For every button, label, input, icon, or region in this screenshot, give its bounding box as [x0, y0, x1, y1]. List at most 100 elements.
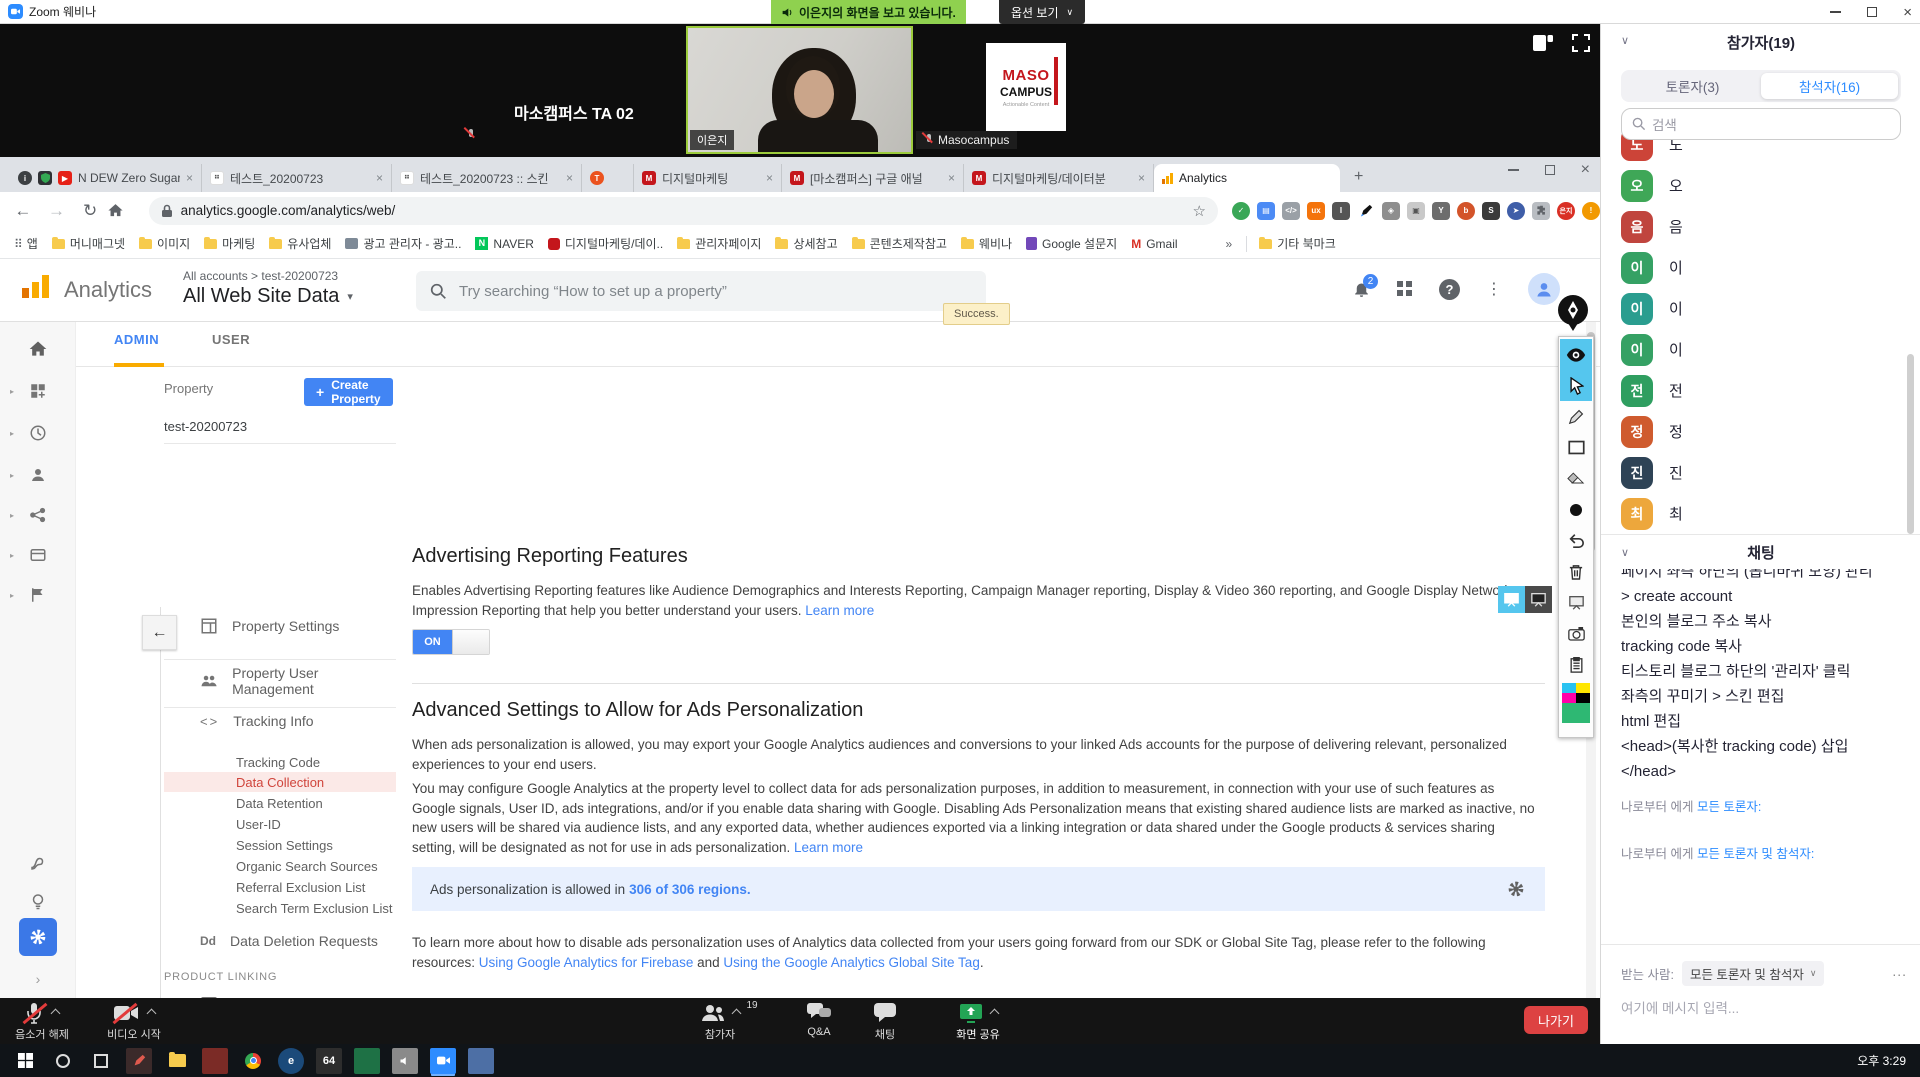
chat-button[interactable]: 채팅 [850, 1002, 920, 1042]
tab-panelists[interactable]: 토론자(3) [1624, 73, 1761, 99]
notifications-bell-icon[interactable]: 2 [1352, 279, 1371, 299]
submenu-referral-exclusion[interactable]: Referral Exclusion List [236, 880, 365, 895]
eraser-icon[interactable] [1560, 463, 1592, 494]
recipient-link[interactable]: 모든 토론자 및 참석자: [1697, 847, 1814, 861]
menu-tracking-info[interactable]: <> Tracking Info [200, 713, 314, 729]
nav-realtime-icon[interactable]: ▸ [0, 416, 76, 450]
honey-extension-icon[interactable]: b [1457, 202, 1475, 220]
forward-icon[interactable]: → [40, 201, 74, 221]
bookmark-star-icon[interactable]: ☆ [1193, 202, 1206, 220]
draw-pen-icon[interactable] [1560, 401, 1592, 432]
tab-analytics-active[interactable]: Analytics [1154, 164, 1340, 192]
whiteboard-option-dark[interactable] [1525, 586, 1552, 613]
bookmark-forms[interactable]: Google 설문지 [1026, 235, 1117, 252]
menu-property-user-management[interactable]: Property User Management [200, 665, 396, 697]
profile-avatar-icon[interactable]: 은지 [1557, 202, 1575, 220]
close-icon[interactable]: × [376, 171, 383, 185]
recipient-selector[interactable]: 모든 토론자 및 참석자 ∨ [1682, 961, 1825, 986]
s-extension-icon[interactable]: S [1482, 202, 1500, 220]
nav-acquisition-icon[interactable]: ▸ [0, 498, 76, 532]
taskbar-app-chrome[interactable] [240, 1048, 266, 1074]
submenu-search-term-exclusion[interactable]: Search Term Exclusion List [236, 901, 393, 916]
back-arrow-button[interactable]: ← [142, 615, 177, 650]
close-icon[interactable]: × [566, 171, 573, 185]
tool-extension-icon[interactable]: Y [1432, 202, 1450, 220]
taskbar-app-speaker[interactable] [392, 1048, 418, 1074]
participant-row[interactable]: 이이 [1621, 288, 1901, 329]
tab-masocampus-2[interactable]: M [마소캠퍼스] 구글 애널 × [782, 164, 964, 192]
menu-property-settings[interactable]: Property Settings [200, 617, 339, 635]
snapshot-camera-icon[interactable] [1560, 618, 1592, 649]
leave-button[interactable]: 나가기 [1524, 1006, 1588, 1034]
close-icon[interactable]: × [766, 171, 773, 185]
property-selector[interactable]: test-20200723 [164, 419, 247, 434]
trash-icon[interactable] [1560, 556, 1592, 587]
unmute-button[interactable]: 음소거 해제 [0, 1002, 84, 1042]
submenu-organic-search[interactable]: Organic Search Sources [236, 859, 378, 874]
submenu-session-settings[interactable]: Session Settings [236, 838, 333, 853]
participant-row[interactable]: 진진 [1621, 452, 1901, 493]
chat-messages[interactable]: 페이지 좌측 하단의 (톱니바퀴 모양) 관리 > create account… [1621, 569, 1907, 929]
bookmark-folder[interactable]: 마케팅 [204, 235, 255, 252]
close-icon[interactable]: × [186, 171, 193, 185]
create-property-button[interactable]: +Create Property [304, 378, 393, 406]
minimize-button[interactable] [1830, 11, 1841, 13]
apps-grid-icon[interactable] [1397, 281, 1413, 297]
tab-tistory-3[interactable]: T [582, 164, 634, 192]
nav-behavior-icon[interactable]: ▸ [0, 538, 76, 572]
ga-search[interactable]: Try searching “How to set up a property” [416, 271, 986, 311]
chevron-up-icon[interactable] [50, 1008, 60, 1018]
participants-scrollbar[interactable] [1907, 354, 1914, 534]
submenu-data-retention[interactable]: Data Retention [236, 796, 323, 811]
breadcrumb[interactable]: All accounts > test-20200723 [183, 269, 338, 283]
other-bookmarks[interactable]: 기타 북마크 [1259, 235, 1336, 252]
taskbar-app-explorer[interactable] [164, 1048, 190, 1074]
share-screen-button[interactable]: 화면 공유 [930, 1002, 1026, 1042]
gallery-view-icon[interactable] [1532, 34, 1554, 52]
maximize-button[interactable] [1545, 165, 1555, 175]
gtag-link[interactable]: Using the Google Analytics Global Site T… [723, 955, 979, 970]
new-tab-button[interactable]: + [1354, 168, 1363, 186]
bookmark-folder[interactable]: 유사업체 [269, 235, 331, 252]
clipboard-icon[interactable] [1560, 649, 1592, 680]
fullscreen-icon[interactable] [1572, 34, 1590, 52]
participant-row[interactable]: 정정 [1621, 411, 1901, 452]
chevron-up-icon[interactable] [989, 1008, 999, 1018]
participant-row[interactable]: 최최 [1621, 493, 1901, 534]
menu-data-deletion[interactable]: Dd Data Deletion Requests [200, 933, 378, 949]
view-options-button[interactable]: 옵션 보기 ∨ [999, 0, 1085, 24]
start-video-button[interactable]: 비디오 시작 [92, 1002, 176, 1042]
tab-masocampus-3[interactable]: M 디지털마케팅/데이터분 × [964, 164, 1154, 192]
nav-conversions-icon[interactable]: ▸ [0, 578, 76, 612]
select-cursor-icon[interactable] [1560, 370, 1592, 401]
nav-home-icon[interactable] [0, 332, 76, 366]
participant-row[interactable]: 오오 [1621, 165, 1901, 206]
tag-extension-icon[interactable]: ▤ [1257, 202, 1275, 220]
spotlight-eye-icon[interactable] [1560, 339, 1592, 370]
taskbar-app-green[interactable] [354, 1048, 380, 1074]
regions-link[interactable]: 306 of 306 regions. [629, 882, 751, 897]
settings-gear-icon[interactable] [1505, 878, 1527, 900]
submenu-user-id[interactable]: User-ID [236, 817, 281, 832]
participant-row[interactable]: 음음 [1621, 206, 1901, 247]
taskbar-app-zoom[interactable] [430, 1048, 456, 1074]
code-extension-icon[interactable]: </> [1282, 202, 1300, 220]
nav-admin-gear-icon[interactable] [19, 918, 57, 956]
bookmark-folder[interactable]: 상세참고 [775, 235, 837, 252]
nav-customization-icon[interactable]: ▸ [0, 374, 76, 408]
bookmark-folder[interactable]: 머니매그넷 [52, 235, 125, 252]
colorpicker-extension-icon[interactable] [1357, 202, 1375, 220]
taskbar-app-blue[interactable] [468, 1048, 494, 1074]
home-icon[interactable] [107, 202, 141, 219]
advertising-toggle[interactable]: ON [412, 629, 490, 655]
tab-tistory-1[interactable]: ⠛ 테스트_20200723 × [202, 164, 392, 192]
nav-audience-icon[interactable]: ▸ [0, 458, 76, 492]
dot-stamp-icon[interactable] [1560, 494, 1592, 525]
tab-youtube[interactable]: i ▶ N DEW Zero Sugar, × [10, 164, 202, 192]
apps-shortcut[interactable]: ⠿앱 [14, 235, 38, 252]
image-extension-icon[interactable]: ▣ [1407, 202, 1425, 220]
reload-icon[interactable]: ↻ [73, 201, 107, 221]
speaker-video-tile[interactable]: 이은지 [686, 26, 913, 154]
participant-row[interactable]: 이이 [1621, 247, 1901, 288]
nav-attribution-icon[interactable] [0, 846, 76, 880]
